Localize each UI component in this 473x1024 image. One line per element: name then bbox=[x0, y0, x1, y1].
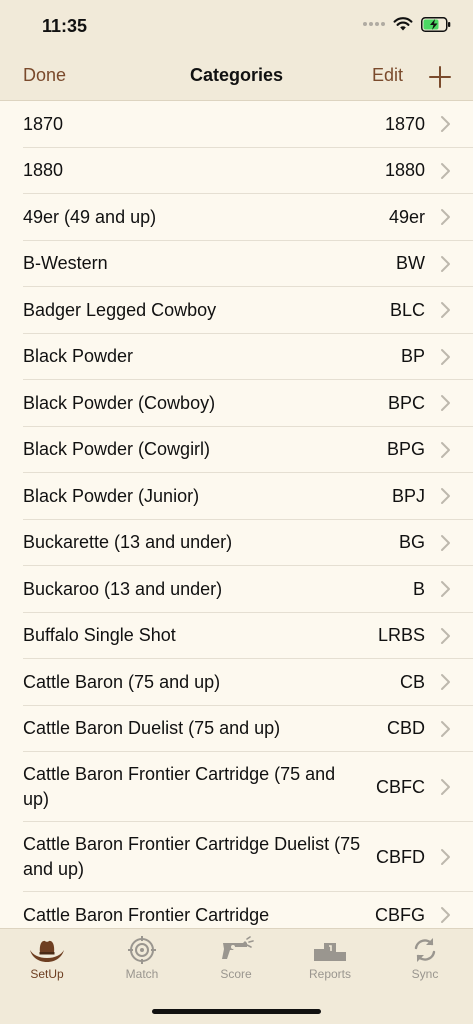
tab-setup[interactable]: SetUp bbox=[0, 935, 94, 981]
category-code: CBFG bbox=[374, 904, 425, 925]
category-code: BG bbox=[398, 532, 425, 553]
category-list[interactable]: 1870 1870 1880 1880 49er (49 and up) 49er B-We… bbox=[0, 101, 473, 928]
category-row[interactable]: Black Powder (Cowboy) BPC bbox=[0, 380, 473, 427]
category-name: Badger Legged Cowboy bbox=[23, 299, 217, 320]
navigation-bar: Done Categories Edit bbox=[0, 52, 473, 101]
category-name: 1870 bbox=[23, 113, 64, 134]
chevron-right-icon bbox=[441, 395, 450, 412]
category-row[interactable]: Cattle Baron Frontier Cartridge (75 and … bbox=[0, 752, 473, 822]
chevron-right-icon bbox=[441, 534, 450, 551]
category-row[interactable]: Black Powder BP bbox=[0, 334, 473, 381]
podium-icon bbox=[314, 943, 346, 961]
chevron-right-icon bbox=[441, 849, 450, 865]
category-row[interactable]: Cattle Baron Duelist (75 and up) CBD bbox=[0, 706, 473, 753]
category-code: BPC bbox=[387, 392, 425, 413]
cowboy-hat-icon bbox=[30, 940, 64, 962]
chevron-right-icon bbox=[441, 627, 450, 644]
category-row[interactable]: Badger Legged Cowboy BLC bbox=[0, 287, 473, 334]
tab-label: SetUp bbox=[30, 967, 64, 981]
category-code: 49er bbox=[388, 206, 425, 227]
category-row[interactable]: Cattle Baron Frontier Cartridge CBFG bbox=[0, 892, 473, 928]
category-code: LRBS bbox=[377, 625, 425, 646]
category-name: Cattle Baron Frontier Cartridge bbox=[23, 904, 270, 925]
category-code: BW bbox=[396, 253, 425, 274]
target-icon bbox=[128, 936, 156, 964]
category-code: CBFC bbox=[376, 776, 425, 797]
sync-icon bbox=[414, 938, 436, 962]
category-row[interactable]: 49er (49 and up) 49er bbox=[0, 194, 473, 241]
category-name: Black Powder (Cowboy) bbox=[23, 392, 216, 413]
category-row[interactable]: Black Powder (Junior) BPJ bbox=[0, 473, 473, 520]
category-code: BPG bbox=[386, 439, 425, 460]
category-name: Black Powder (Cowgirl) bbox=[23, 439, 211, 460]
category-name: Cattle Baron Frontier Cartridge Duelist … bbox=[23, 834, 361, 879]
chevron-right-icon bbox=[441, 779, 450, 795]
category-code: BLC bbox=[389, 299, 425, 320]
tab-label: Sync bbox=[411, 967, 439, 981]
category-name: 1880 bbox=[23, 160, 64, 181]
add-icon[interactable] bbox=[427, 64, 453, 90]
category-code: CBD bbox=[386, 718, 425, 739]
tab-label: Reports bbox=[308, 967, 352, 981]
category-name: Black Powder (Junior) bbox=[23, 485, 200, 506]
category-name: 49er (49 and up) bbox=[23, 206, 157, 227]
tab-reports[interactable]: Reports bbox=[283, 935, 377, 981]
category-name: Buckarette (13 and under) bbox=[23, 532, 233, 553]
home-indicator bbox=[152, 1009, 321, 1014]
category-name: Buckaroo (13 and under) bbox=[23, 578, 223, 599]
chevron-right-icon bbox=[441, 720, 450, 737]
category-code: BP bbox=[400, 346, 425, 367]
category-row[interactable]: Cattle Baron (75 and up) CB bbox=[0, 659, 473, 706]
category-name: B-Western bbox=[23, 253, 108, 274]
status-icons bbox=[363, 16, 451, 32]
chevron-right-icon bbox=[441, 581, 450, 598]
chevron-right-icon bbox=[441, 116, 450, 133]
category-name: Buffalo Single Shot bbox=[23, 625, 176, 646]
chevron-right-icon bbox=[441, 209, 450, 226]
battery-charging-icon bbox=[421, 16, 451, 32]
edit-button[interactable]: Edit bbox=[372, 65, 403, 86]
category-name: Black Powder bbox=[23, 346, 134, 367]
category-code: CB bbox=[399, 671, 425, 692]
wifi-icon bbox=[393, 17, 413, 31]
category-row[interactable]: Black Powder (Cowgirl) BPG bbox=[0, 427, 473, 474]
status-bar: 11:35 bbox=[0, 0, 473, 52]
category-row[interactable]: 1880 1880 bbox=[0, 148, 473, 195]
chevron-right-icon bbox=[441, 162, 450, 179]
category-name: Cattle Baron Duelist (75 and up) bbox=[23, 718, 281, 739]
done-button[interactable]: Done bbox=[23, 65, 66, 86]
cellular-signal-icon bbox=[363, 22, 385, 26]
category-row[interactable]: Buckaroo (13 and under) B bbox=[0, 566, 473, 613]
revolver-icon bbox=[222, 936, 254, 959]
tab-match[interactable]: Match bbox=[95, 935, 189, 981]
category-code: CBFD bbox=[376, 846, 425, 867]
category-row[interactable]: Buckarette (13 and under) BG bbox=[0, 520, 473, 567]
category-code: BPJ bbox=[391, 485, 425, 506]
tab-label: Match bbox=[125, 967, 159, 981]
chevron-right-icon bbox=[441, 302, 450, 319]
category-name: Cattle Baron Frontier Cartridge (75 and … bbox=[23, 764, 336, 809]
chevron-right-icon bbox=[441, 907, 450, 924]
chevron-right-icon bbox=[441, 255, 450, 272]
category-row[interactable]: B-Western BW bbox=[0, 241, 473, 288]
chevron-right-icon bbox=[441, 348, 450, 365]
status-time: 11:35 bbox=[42, 16, 88, 36]
tab-label: Score bbox=[220, 967, 252, 981]
category-row[interactable]: Buffalo Single Shot LRBS bbox=[0, 613, 473, 660]
chevron-right-icon bbox=[441, 488, 450, 505]
tab-score[interactable]: Score bbox=[189, 935, 283, 981]
category-row[interactable]: Cattle Baron Frontier Cartridge Duelist … bbox=[0, 822, 473, 892]
chevron-right-icon bbox=[441, 441, 450, 458]
chevron-right-icon bbox=[441, 674, 450, 691]
category-code: 1870 bbox=[384, 113, 425, 134]
category-name: Cattle Baron (75 and up) bbox=[23, 671, 221, 692]
category-code: 1880 bbox=[384, 160, 425, 181]
tab-sync[interactable]: Sync bbox=[378, 935, 472, 981]
category-code: B bbox=[412, 578, 425, 599]
category-row[interactable]: 1870 1870 bbox=[0, 101, 473, 148]
